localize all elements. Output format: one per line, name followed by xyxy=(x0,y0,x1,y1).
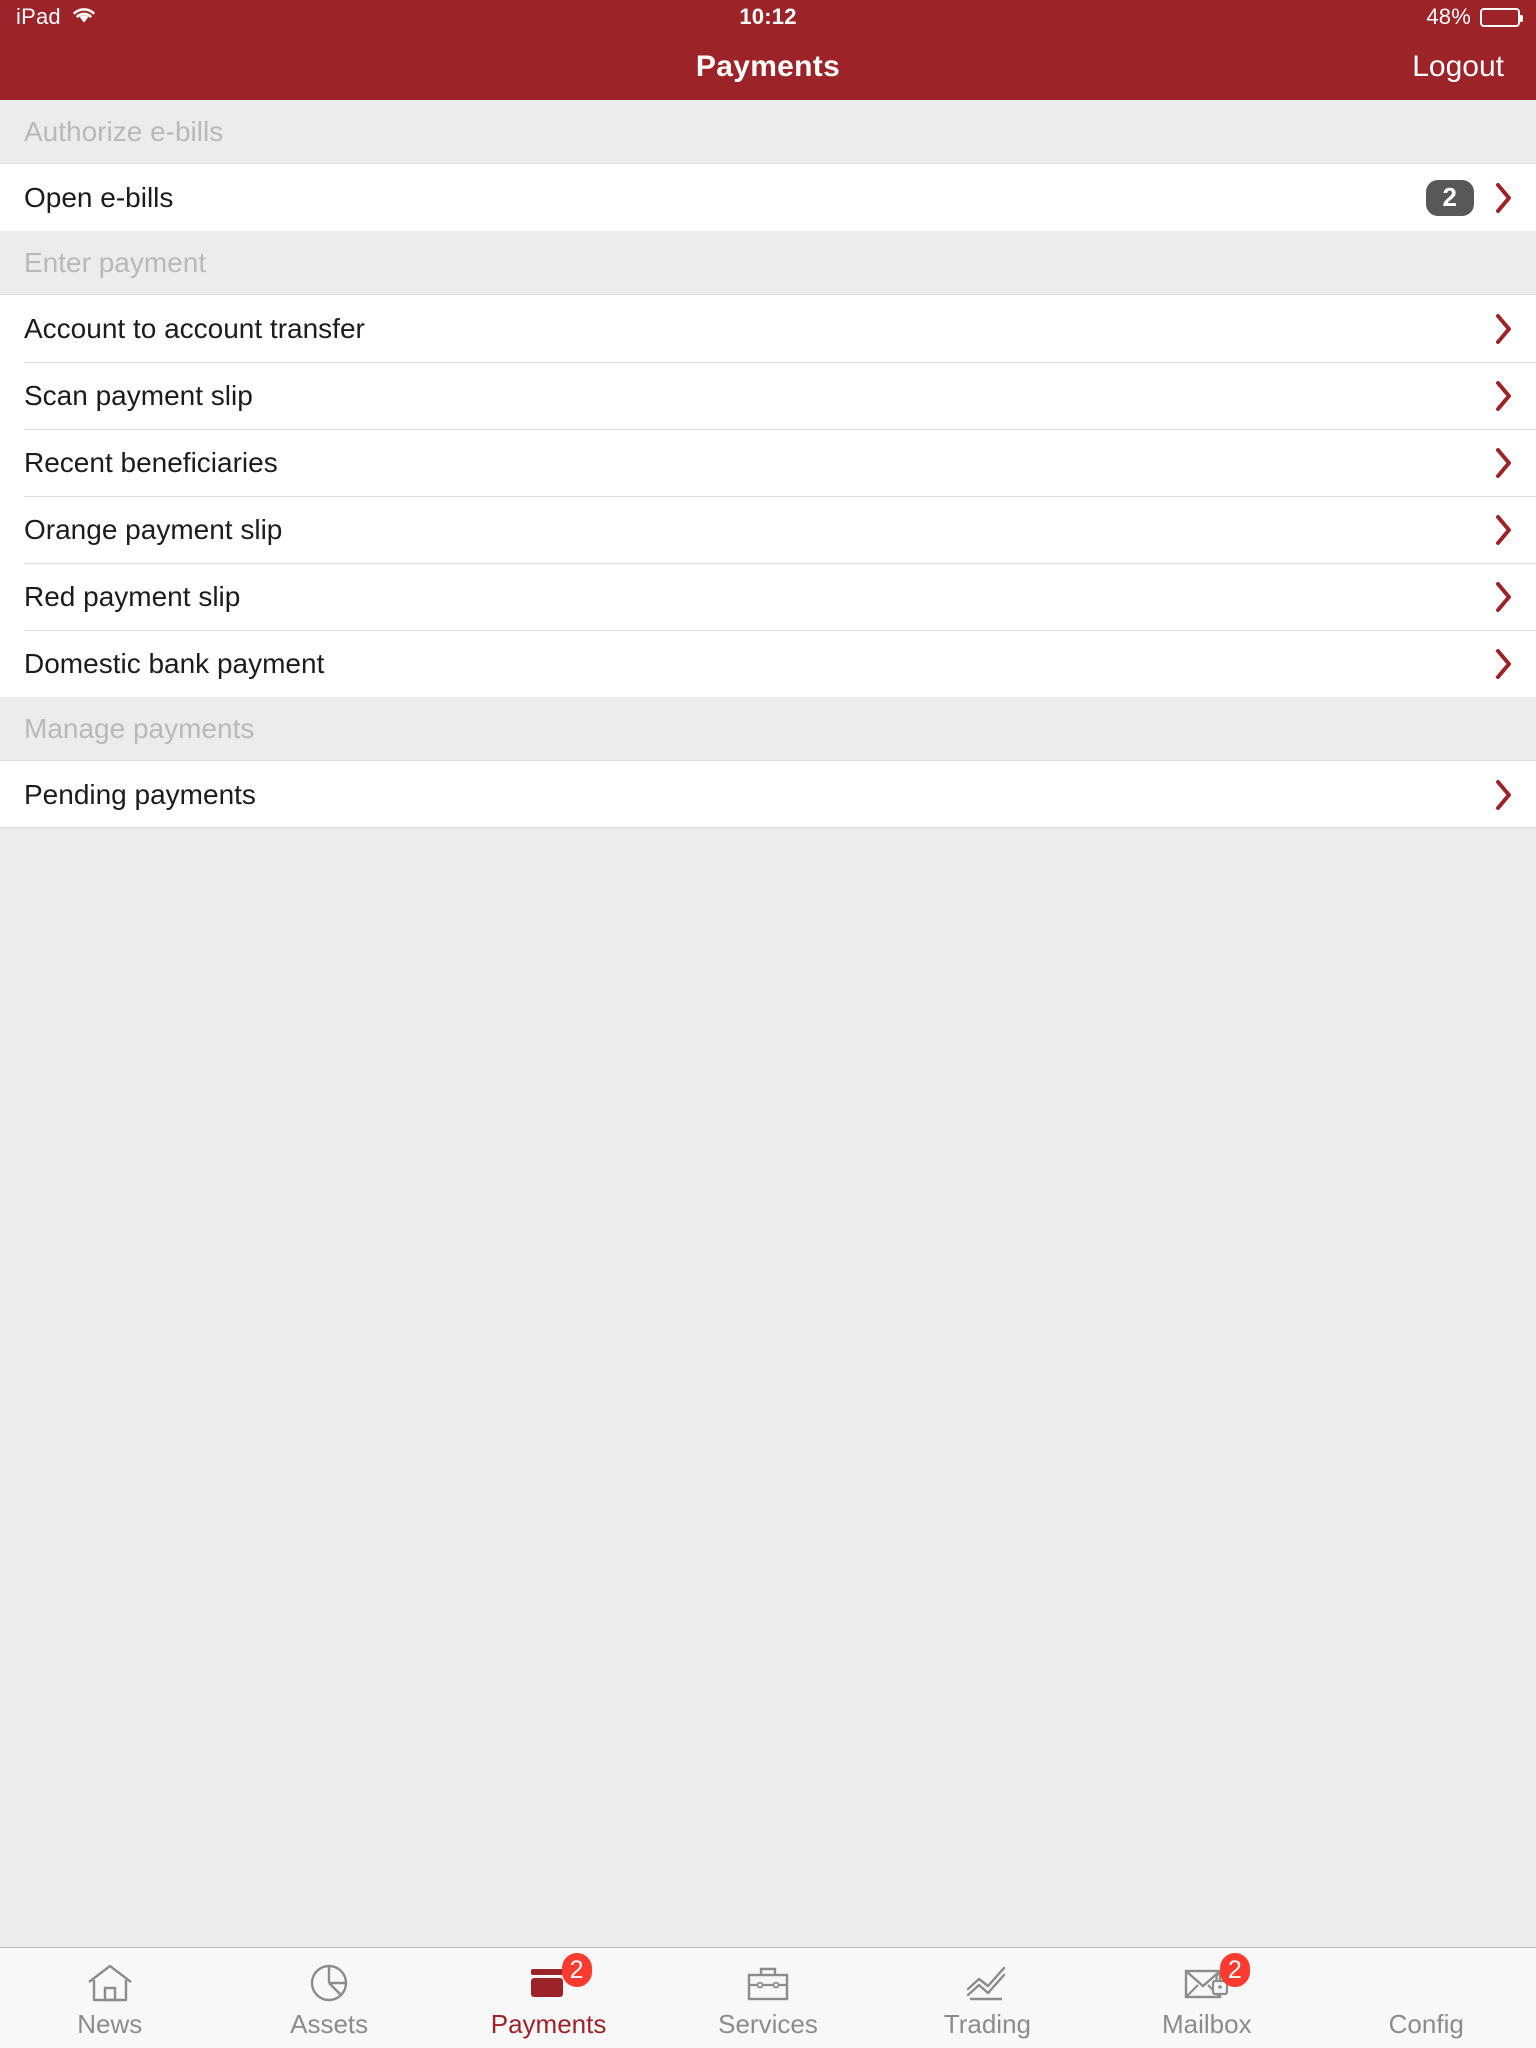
battery-percent-label: 48% xyxy=(1426,4,1471,29)
clock: 10:12 xyxy=(739,4,797,29)
tab-label: News xyxy=(77,2009,143,2039)
tab-icon-wrapper xyxy=(298,1959,360,2007)
list-item-label: Orange payment slip xyxy=(24,513,283,545)
section-header: Manage payments xyxy=(0,697,1536,761)
section-header-label: Authorize e-bills xyxy=(24,115,224,147)
tab-payments[interactable]: 2 Payments xyxy=(439,1948,658,2048)
list-item-label: Account to account transfer xyxy=(24,312,365,344)
list-item-label: Pending payments xyxy=(24,778,256,810)
tab-icon-wrapper xyxy=(956,1959,1018,2007)
tab-label: Services xyxy=(718,2009,818,2039)
wifi-icon xyxy=(71,4,97,30)
tab-icon-wrapper xyxy=(1395,1959,1457,2007)
section-rows: Open e-bills 2 xyxy=(0,164,1536,231)
tab-icon-wrapper: 2 xyxy=(1176,1953,1250,2007)
list-item[interactable]: Open e-bills 2 xyxy=(0,164,1536,231)
section-header: Enter payment xyxy=(0,231,1536,295)
list-item[interactable]: Scan payment slip xyxy=(0,362,1536,429)
line-chart-icon xyxy=(967,1966,1006,2001)
chevron-right-icon xyxy=(1496,581,1511,612)
section-header-label: Manage payments xyxy=(24,712,255,744)
page-title: Payments xyxy=(695,50,841,83)
tab-bar: News Assets 2 Payments Services Trading 2 Mailb… xyxy=(0,1947,1536,2048)
chevron-right-icon xyxy=(1496,514,1511,545)
chevron-right-icon xyxy=(1496,779,1511,810)
status-bar: iPad 10:12 48% xyxy=(0,0,1536,34)
list-item-label: Scan payment slip xyxy=(24,379,253,411)
section-header: Authorize e-bills xyxy=(0,100,1536,164)
tab-label: Mailbox xyxy=(1162,2009,1252,2039)
chevron-right-icon xyxy=(1496,182,1511,213)
tab-icon-wrapper: 2 xyxy=(518,1953,592,2007)
tab-trading[interactable]: Trading xyxy=(878,1948,1097,2048)
chevron-right-icon xyxy=(1496,648,1511,679)
list-item-label: Open e-bills xyxy=(24,181,174,213)
tab-label: Assets xyxy=(290,2009,369,2039)
house-icon xyxy=(87,1964,132,2002)
logout-button[interactable]: Logout xyxy=(1412,50,1504,84)
briefcase-icon xyxy=(747,1967,789,2001)
carrier-label: iPad xyxy=(16,4,61,29)
status-bar-right: 48% xyxy=(1426,4,1523,30)
list-item-label: Domestic bank payment xyxy=(24,647,325,679)
tab-badge: 2 xyxy=(561,1953,592,1987)
tab-label: Payments xyxy=(490,2009,607,2039)
tab-badge: 2 xyxy=(1219,1953,1250,1987)
section-header-label: Enter payment xyxy=(24,246,207,278)
list-item-label: Red payment slip xyxy=(24,580,241,612)
tab-config[interactable]: Config xyxy=(1317,1948,1536,2048)
battery-icon xyxy=(1480,7,1523,27)
list-item[interactable]: Pending payments xyxy=(0,761,1536,828)
pie-chart-icon xyxy=(310,1964,348,2002)
list-item[interactable]: Red payment slip xyxy=(0,563,1536,630)
list-item[interactable]: Orange payment slip xyxy=(0,496,1536,563)
tab-label: Trading xyxy=(943,2009,1031,2039)
list-item[interactable]: Domestic bank payment xyxy=(0,630,1536,697)
app-screen: iPad 10:12 48% Payments Logout Authorize… xyxy=(0,0,1536,2048)
chevron-right-icon xyxy=(1496,380,1511,411)
count-badge: 2 xyxy=(1425,179,1474,216)
chevron-right-icon xyxy=(1496,313,1511,344)
tab-services[interactable]: Services xyxy=(658,1948,877,2048)
tab-label: Config xyxy=(1388,2009,1464,2039)
status-bar-left: iPad xyxy=(16,4,97,30)
section-rows: Pending payments xyxy=(0,761,1536,828)
tab-icon-wrapper xyxy=(79,1959,141,2007)
section-rows: Account to account transfer Scan payment … xyxy=(0,295,1536,697)
payments-list: Authorize e-bills Open e-bills 2 Enter paym… xyxy=(0,100,1536,1947)
list-item[interactable]: Account to account transfer xyxy=(0,295,1536,362)
chevron-right-icon xyxy=(1496,447,1511,478)
tab-assets[interactable]: Assets xyxy=(219,1948,438,2048)
tab-icon-wrapper xyxy=(737,1959,799,2007)
tab-news[interactable]: News xyxy=(0,1948,219,2048)
list-item[interactable]: Recent beneficiaries xyxy=(0,429,1536,496)
navigation-bar: Payments Logout xyxy=(0,34,1536,100)
tab-mailbox[interactable]: 2 Mailbox xyxy=(1097,1948,1316,2048)
list-item-label: Recent beneficiaries xyxy=(24,446,278,478)
